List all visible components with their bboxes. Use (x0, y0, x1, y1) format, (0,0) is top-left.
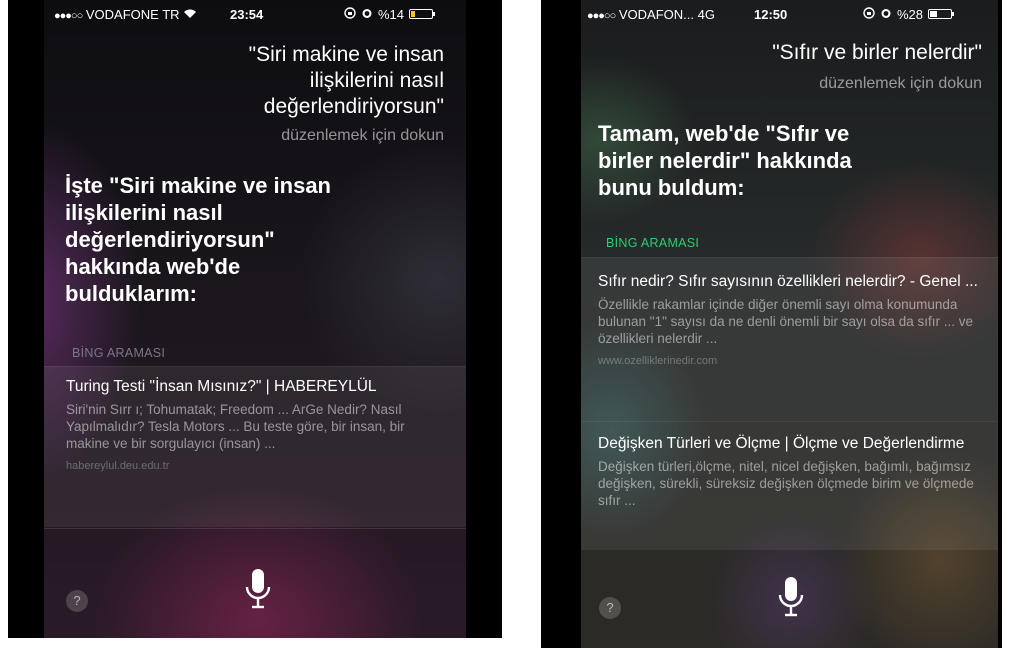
clock: 23:54 (230, 6, 264, 22)
result-snippet: Özellikle rakamlar içinde diğer önemli s… (598, 297, 974, 346)
siri-answer: Tamam, web'de "Sıfır ve birler nelerdir"… (598, 121, 852, 200)
search-result[interactable]: Turing Testi "İnsan Mısınız?" | HABEREYL… (44, 367, 466, 527)
left-black-bar (8, 0, 44, 638)
siri-query[interactable]: "Sıfır ve birler nelerdir" (642, 40, 982, 66)
help-button[interactable]: ? (66, 590, 88, 612)
carrier: ●●●○○ VODAFON... 4G (587, 6, 715, 22)
battery-icon (409, 9, 436, 19)
result-title[interactable]: Sıfır nedir? Sıfır sayısının özellikleri… (598, 272, 981, 292)
search-result[interactable]: Sıfır nedir? Sıfır sayısının özellikleri… (581, 258, 998, 421)
clock: 12:50 (754, 6, 788, 22)
result-title[interactable]: Turing Testi "İnsan Mısınız?" | HABEREYL… (66, 377, 444, 397)
signal-strength-icon: ●●●○○ (54, 9, 83, 22)
bing-search-label: BİNG ARAMASI (72, 346, 166, 360)
status-right: %14 (344, 6, 436, 22)
siri-query[interactable]: "Siri makine ve insan ilişkilerini nasıl… (104, 42, 444, 120)
result-snippet: Siri'nin Sırr ı; Tohumatak; Freedom ... … (66, 402, 405, 451)
battery-percent: %28 (897, 6, 924, 22)
signal-strength-icon: ●●●○○ (587, 9, 616, 22)
alarm-icon (361, 7, 373, 22)
microphone-icon[interactable] (778, 576, 804, 623)
tap-to-edit[interactable]: düzenlemek için dokun (281, 127, 444, 145)
divider (44, 528, 466, 529)
right-black-bar (998, 0, 1002, 648)
bing-search-label: BİNG ARAMASI (606, 236, 700, 250)
microphone-icon[interactable] (245, 568, 271, 615)
wifi-icon (183, 7, 197, 22)
status-right: %28 (863, 6, 955, 22)
right-black-bar (466, 0, 502, 638)
result-url: habereylul.deu.edu.tr (66, 460, 170, 472)
rotation-lock-icon (863, 6, 875, 22)
left-black-bar (541, 0, 581, 648)
siri-screen-left: ●●●○○ VODAFONE TR 23:54 %14 "Siri makine… (8, 0, 502, 638)
rotation-lock-icon (344, 6, 356, 22)
network-type: 4G (697, 6, 715, 22)
help-button[interactable]: ? (599, 597, 621, 619)
status-bar: ●●●○○ VODAFONE TR 23:54 %14 (8, 0, 502, 28)
alarm-icon (880, 7, 892, 22)
status-bar: ●●●○○ VODAFON... 4G 12:50 %28 (541, 0, 1002, 28)
carrier: ●●●○○ VODAFONE TR (54, 7, 197, 22)
result-title[interactable]: Değişken Türleri ve Ölçme | Ölçme ve Değ… (598, 434, 981, 454)
result-url: www.ozelliklerinedir.com (598, 355, 718, 367)
search-result[interactable]: Değişken Türleri ve Ölçme | Ölçme ve Değ… (581, 422, 998, 550)
siri-answer: İşte "Siri makine ve insan ilişkilerini … (65, 173, 331, 306)
siri-screen-right: ●●●○○ VODAFON... 4G 12:50 %28 "Sıfır ve … (541, 0, 1002, 648)
battery-icon (928, 9, 955, 19)
battery-percent: %14 (378, 6, 405, 22)
result-snippet: Değişken türleri,ölçme, nitel, nicel değ… (598, 459, 974, 508)
tap-to-edit[interactable]: düzenlemek için dokun (819, 75, 982, 93)
